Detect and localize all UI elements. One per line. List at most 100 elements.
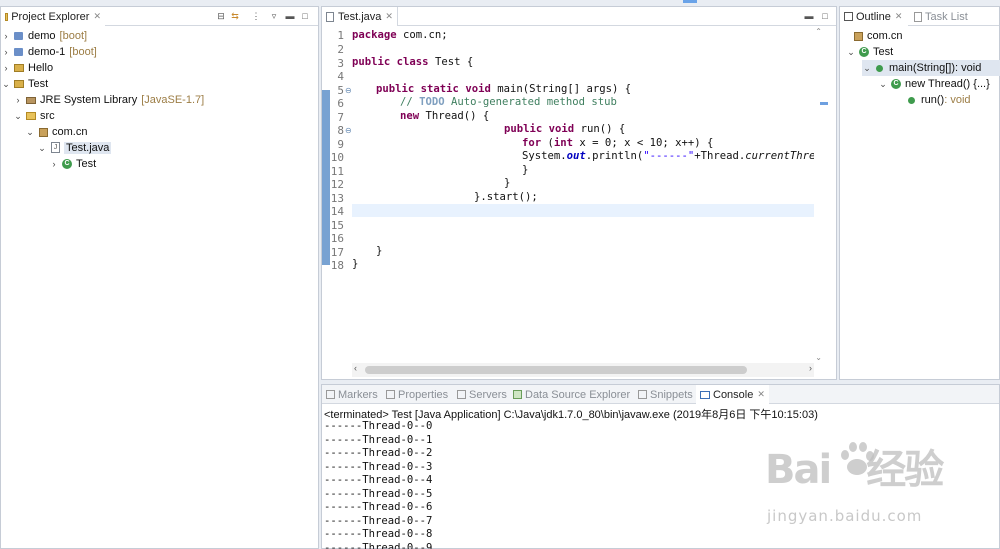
outline-item-suffix: : void bbox=[955, 62, 982, 74]
chevron-right-icon[interactable]: › bbox=[49, 159, 59, 169]
editor-tabbar: Test.java ✕ ▬ □ bbox=[322, 7, 836, 26]
folder-icon bbox=[5, 12, 9, 21]
chevron-down-icon[interactable]: ⌄ bbox=[862, 63, 872, 74]
chevron-right-icon[interactable]: › bbox=[1, 31, 11, 41]
collapse-all-icon[interactable]: ⊟ bbox=[216, 11, 226, 21]
chevron-right-icon[interactable]: › bbox=[1, 63, 11, 73]
line-number: 10 bbox=[330, 151, 344, 164]
tree-item-demo[interactable]: › demo [boot] bbox=[1, 28, 88, 44]
method-icon bbox=[906, 94, 918, 106]
tree-item-label: demo-1 bbox=[28, 46, 66, 58]
tab-test-java[interactable]: Test.java ✕ bbox=[322, 7, 398, 26]
close-icon[interactable]: ✕ bbox=[757, 389, 765, 400]
tab-markers[interactable]: Markers bbox=[322, 385, 382, 404]
outline-item-run[interactable]: run() : void bbox=[904, 92, 971, 108]
maximize-icon[interactable]: □ bbox=[300, 11, 310, 21]
outline-item-main[interactable]: ⌄ main(String[]) : void bbox=[862, 60, 1000, 76]
chevron-down-icon[interactable]: ▿ bbox=[269, 11, 279, 21]
minimize-icon[interactable]: ▬ bbox=[804, 11, 814, 21]
code-line: } bbox=[352, 258, 358, 271]
tab-label: Data Source Explorer bbox=[525, 388, 631, 401]
tab-servers[interactable]: Servers bbox=[453, 385, 511, 404]
line-number: 11 bbox=[330, 165, 344, 178]
maximize-icon[interactable]: □ bbox=[820, 11, 830, 21]
tab-label: Servers bbox=[469, 388, 507, 401]
line-number-ruler: 1 2 3 4 5 6 7 8 9 10 11 12 13 14 15 16 1… bbox=[322, 27, 352, 365]
keyword: public bbox=[352, 56, 391, 68]
chevron-down-icon[interactable]: ⌄ bbox=[37, 143, 47, 154]
package-icon bbox=[852, 30, 864, 42]
code-text: main(String[] args) { bbox=[490, 83, 632, 95]
console-line: ------Thread-0--8 bbox=[324, 528, 433, 540]
console-line: ------Thread-0--9 bbox=[324, 541, 433, 549]
view-menu-icon[interactable]: ⋮ bbox=[251, 11, 261, 21]
chevron-right-icon[interactable]: › bbox=[1, 47, 11, 57]
chevron-down-icon[interactable]: ⌄ bbox=[25, 127, 35, 138]
tree-item-hello[interactable]: › Hello bbox=[1, 60, 54, 76]
chevron-right-icon[interactable]: › bbox=[13, 95, 23, 105]
tab-data-source-explorer[interactable]: Data Source Explorer bbox=[509, 385, 634, 404]
toolbar-accent bbox=[683, 0, 697, 3]
horizontal-scrollbar[interactable]: ‹ › bbox=[352, 363, 814, 377]
scrollbar-thumb[interactable] bbox=[365, 366, 747, 374]
close-icon[interactable]: ✕ bbox=[93, 11, 101, 22]
tree-item-src[interactable]: ⌄ src bbox=[13, 108, 54, 124]
tab-outline[interactable]: Outline ✕ bbox=[840, 7, 908, 26]
line-number: 18 bbox=[330, 259, 344, 272]
code-line: for (int x = 0; x < 10; x++) { bbox=[522, 137, 713, 150]
tree-item-label: Hello bbox=[28, 62, 54, 74]
keyword: int bbox=[553, 137, 574, 149]
tab-test-java-label: Test.java bbox=[338, 10, 382, 23]
tree-item-demo-1[interactable]: › demo-1 [boot] bbox=[1, 44, 97, 60]
occurrence-marker[interactable] bbox=[820, 102, 828, 105]
console-line: ------Thread-0--7 bbox=[324, 514, 433, 527]
outline-item-label: main(String[]) bbox=[889, 62, 956, 74]
tab-snippets[interactable]: Snippets bbox=[634, 385, 697, 404]
tab-task-list[interactable]: Task List bbox=[910, 7, 980, 26]
tree-item-label: com.cn bbox=[52, 126, 88, 138]
static-method: currentThread bbox=[745, 150, 814, 162]
close-icon[interactable]: ✕ bbox=[385, 11, 393, 22]
code-line: public void run() { bbox=[504, 123, 625, 136]
tree-item-test-java[interactable]: ⌄ J Test.java bbox=[37, 140, 112, 156]
fold-toggle-icon[interactable]: ⊖ bbox=[345, 126, 352, 135]
tree-item-test-class[interactable]: › C Test bbox=[49, 156, 97, 172]
outline-item-package[interactable]: com.cn bbox=[850, 28, 902, 44]
code-text: System. bbox=[522, 150, 567, 162]
overview-ruler[interactable] bbox=[814, 27, 836, 365]
tree-item-label: Test bbox=[76, 158, 97, 170]
tree-item-package[interactable]: ⌄ com.cn bbox=[25, 124, 87, 140]
java-file-icon bbox=[326, 11, 334, 22]
keyword: new bbox=[400, 110, 420, 122]
chevron-right-icon[interactable]: › bbox=[809, 363, 812, 373]
code-text: x = 0; x < 10; x++) { bbox=[573, 137, 714, 149]
tab-console[interactable]: Console ✕ bbox=[696, 385, 769, 404]
string-literal: "------" bbox=[643, 150, 695, 162]
code-area[interactable]: package com.cn; public class Test { publ… bbox=[352, 27, 814, 365]
line-number: 6 bbox=[337, 97, 344, 110]
outline-item-class[interactable]: ⌄ C Test bbox=[846, 44, 893, 60]
tree-item-decoration: [JavaSE-1.7] bbox=[141, 94, 205, 106]
code-text: } bbox=[376, 245, 383, 257]
tab-project-explorer[interactable]: Project Explorer ✕ bbox=[1, 7, 105, 26]
code-line: public static void main(String[] args) { bbox=[376, 83, 631, 96]
link-with-editor-icon[interactable]: ⇆ bbox=[230, 11, 240, 21]
tree-item-jre-library[interactable]: › JRE System Library [JavaSE-1.7] bbox=[13, 92, 205, 108]
chevron-down-icon[interactable]: ⌄ bbox=[1, 79, 11, 90]
tab-properties[interactable]: Properties bbox=[382, 385, 452, 404]
scroll-up-icon[interactable]: ⌃ bbox=[815, 27, 822, 36]
fold-toggle-icon[interactable]: ⊖ bbox=[345, 86, 352, 95]
close-icon[interactable]: ✕ bbox=[895, 11, 903, 22]
chevron-down-icon[interactable]: ⌄ bbox=[846, 47, 856, 58]
chevron-left-icon[interactable]: ‹ bbox=[354, 363, 357, 373]
tree-item-test-project[interactable]: ⌄ Test bbox=[1, 76, 48, 92]
line-number: 5 bbox=[337, 84, 344, 97]
minimize-icon[interactable]: ▬ bbox=[285, 11, 295, 21]
code-text: com.cn; bbox=[396, 29, 448, 41]
chevron-down-icon[interactable]: ⌄ bbox=[13, 111, 23, 122]
outline-item-anon-class[interactable]: ⌄ C new Thread() {...} bbox=[878, 76, 990, 92]
tab-label: Markers bbox=[338, 388, 378, 401]
chevron-down-icon[interactable]: ⌄ bbox=[878, 79, 888, 90]
console-line: ------Thread-0--0 bbox=[324, 420, 433, 432]
scroll-down-icon[interactable]: ⌄ bbox=[815, 353, 822, 362]
